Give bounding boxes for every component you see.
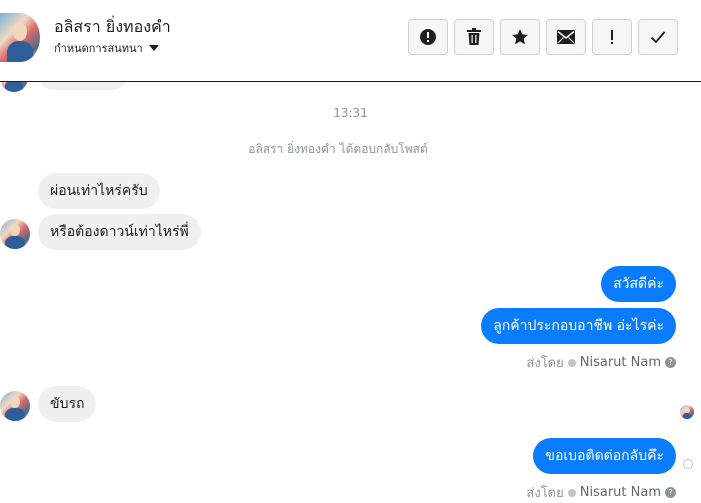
conversation-header: อลิสรา ยิ่งทองคำ กำหนดการสนทนา (0, 0, 701, 82)
exclamation-icon (611, 30, 613, 44)
outgoing-message[interactable]: ขอเบอติดต่อกลับคึะ (533, 438, 676, 474)
incoming-message[interactable]: ผ่อนเท่าไหร่ครับ (38, 173, 160, 209)
incoming-message[interactable]: หรือต้องดาวน์เท่าไหร่พี่ (38, 214, 201, 250)
delete-button[interactable] (454, 19, 494, 55)
outgoing-message[interactable]: ลูกค้าประกอบอาชีพ อ่ะไรค่ะ (481, 308, 676, 344)
star-button[interactable] (500, 19, 540, 55)
sent-by-prefix: ส่งโดย (526, 486, 564, 501)
checkmark-icon (650, 31, 666, 44)
read-receipt-avatar (680, 405, 694, 419)
sent-by-name[interactable]: Nisarut Nam (580, 355, 661, 370)
contact-avatar[interactable] (0, 13, 40, 62)
help-icon[interactable]: ? (665, 357, 676, 368)
caret-down-icon (148, 45, 159, 51)
report-button[interactable] (408, 19, 448, 55)
trash-icon (467, 28, 481, 45)
done-button[interactable] (638, 19, 678, 55)
star-icon (512, 29, 528, 45)
verified-icon (567, 358, 576, 367)
help-icon[interactable]: ? (665, 487, 676, 498)
alert-circle-icon (420, 29, 436, 45)
conversation-toolbar (408, 19, 678, 55)
sent-by-label: ส่งโดย Nisarut Nam ? (526, 482, 676, 503)
conversation-schedule-dropdown[interactable]: กำหนดการสนทนา (54, 39, 159, 57)
contact-avatar[interactable] (0, 219, 30, 249)
sent-by-label: ส่งโดย Nisarut Nam ? (526, 352, 676, 373)
outgoing-message[interactable]: สวัสดีค่ะ (601, 266, 676, 302)
incoming-message[interactable]: ขับรถ (38, 386, 97, 422)
message-timestamp: 13:31 (333, 106, 368, 120)
contact-avatar[interactable] (0, 391, 30, 421)
mark-unread-button[interactable] (546, 19, 586, 55)
important-button[interactable] (592, 19, 632, 55)
sent-by-name[interactable]: Nisarut Nam (580, 485, 661, 500)
conversation-schedule-label: กำหนดการสนทนา (54, 42, 143, 55)
system-note: อลิสรา ยิ่งทองคำ ได้ตอบกลับโพสต์ (248, 142, 428, 156)
verified-icon (567, 488, 576, 497)
delivered-icon (683, 459, 693, 469)
contact-name[interactable]: อลิสรา ยิ่งทองคำ (54, 15, 171, 40)
envelope-icon (557, 30, 575, 44)
sent-by-prefix: ส่งโดย (526, 356, 564, 371)
